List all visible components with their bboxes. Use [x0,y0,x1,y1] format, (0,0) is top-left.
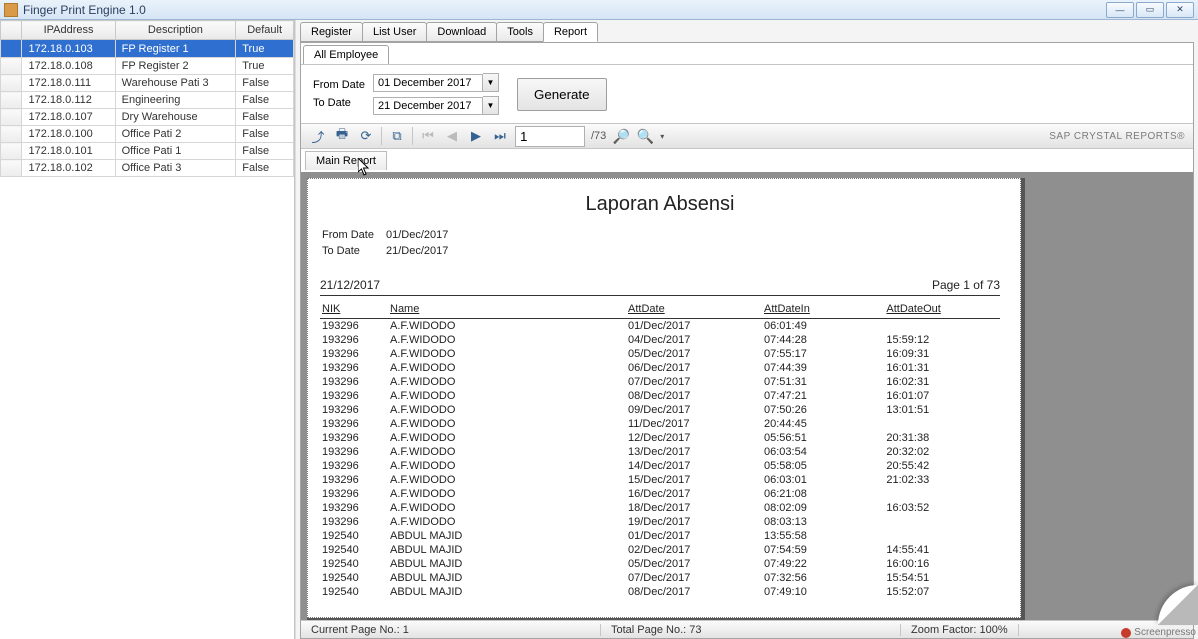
chevron-down-icon[interactable]: ▼ [483,96,499,115]
refresh-icon[interactable]: ⟳ [357,127,375,145]
copy-icon[interactable]: ⧉ [388,127,406,145]
device-grid[interactable]: IPAddress Description Default ▶172.18.0.… [0,20,294,177]
report-row: 193296A.F.WIDODO06/Dec/201707:44:3916:01… [320,361,1000,375]
report-toolbar: ⤴ 🖶 ⟳ ⧉ ⏮ ◀ ▶ ⏭ /73 🔎 🔍 ▾ SAP CRYSTAL RE… [301,123,1193,149]
report-meta: From Date01/Dec/2017 To Date21/Dec/2017 [320,226,460,260]
device-grid-panel: IPAddress Description Default ▶172.18.0.… [0,20,295,639]
tab-download[interactable]: Download [426,22,497,42]
to-date-input[interactable]: 21 December 2017 ▼ [373,96,499,115]
status-zoom: Zoom Factor: 100% [901,624,1019,636]
report-row: 193296A.F.WIDODO05/Dec/201707:55:1716:09… [320,347,1000,361]
report-row: 193296A.F.WIDODO18/Dec/201708:02:0916:03… [320,501,1000,515]
status-current-page: Current Page No.: 1 [301,624,601,636]
tab-tools[interactable]: Tools [496,22,544,42]
report-col-name: Name [388,300,626,319]
app-icon [4,3,18,17]
tab-report[interactable]: Report [543,22,598,42]
first-page-icon[interactable]: ⏮ [419,127,437,145]
report-col-attdate: AttDate [626,300,762,319]
grid-col-ip[interactable]: IPAddress [22,21,115,40]
generate-button[interactable]: Generate [517,78,607,111]
crystal-brand-label: SAP CRYSTAL REPORTS® [1049,131,1185,142]
print-icon[interactable]: 🖶 [333,127,351,145]
grid-col-desc[interactable]: Description [115,21,236,40]
report-page: Laporan Absensi From Date01/Dec/2017 To … [307,178,1021,618]
report-row: 193296A.F.WIDODO19/Dec/201708:03:13 [320,515,1000,529]
right-panel: RegisterList UserDownloadToolsReport All… [295,20,1198,639]
report-row: 193296A.F.WIDODO09/Dec/201707:50:2613:01… [320,403,1000,417]
minimize-button[interactable]: — [1106,2,1134,18]
report-row: 193296A.F.WIDODO15/Dec/201706:03:0121:02… [320,473,1000,487]
export-icon[interactable]: ⤴ [309,127,327,145]
next-page-icon[interactable]: ▶ [467,127,485,145]
report-row: 193296A.F.WIDODO14/Dec/201705:58:0520:55… [320,459,1000,473]
screenshot-watermark: Screenpresso [1121,627,1196,638]
filter-bar: From Date To Date 01 December 2017 ▼ 21 … [301,65,1193,123]
report-row: 193296A.F.WIDODO16/Dec/201706:21:08 [320,487,1000,501]
device-row[interactable]: ▶172.18.0.103FP Register 1True [1,40,294,58]
report-subtabs: Main Report [301,149,1193,172]
search-icon[interactable]: 🔎 [612,127,630,145]
report-row: 193296A.F.WIDODO07/Dec/201707:51:3116:02… [320,375,1000,389]
report-row: 193296A.F.WIDODO12/Dec/201705:56:5120:31… [320,431,1000,445]
report-print-date: 21/12/2017 [320,278,380,292]
prev-page-icon[interactable]: ◀ [443,127,461,145]
close-button[interactable]: ✕ [1166,2,1194,18]
device-row[interactable]: 172.18.0.108FP Register 2True [1,58,294,75]
report-row: 192540ABDUL MAJID02/Dec/201707:54:5914:5… [320,543,1000,557]
main-tabs: RegisterList UserDownloadToolsReport [296,20,1198,42]
report-row: 192540ABDUL MAJID01/Dec/201713:55:58 [320,529,1000,543]
grid-rowheader-col [1,21,22,40]
window-title: Finger Print Engine 1.0 [23,3,1106,17]
page-count-label: /73 [591,130,606,142]
window-controls: — ▭ ✕ [1106,2,1194,18]
from-date-label: From Date [313,79,365,91]
grid-col-default[interactable]: Default [236,21,294,40]
report-row: 193296A.F.WIDODO13/Dec/201706:03:5420:32… [320,445,1000,459]
from-date-value[interactable]: 01 December 2017 [373,74,483,92]
report-row: 192540ABDUL MAJID07/Dec/201707:32:5615:5… [320,571,1000,585]
device-row[interactable]: 172.18.0.102Office Pati 3False [1,160,294,177]
report-row: 192540ABDUL MAJID05/Dec/201707:49:2216:0… [320,557,1000,571]
device-row[interactable]: 172.18.0.107Dry WarehouseFalse [1,109,294,126]
device-row[interactable]: 172.18.0.111Warehouse Pati 3False [1,75,294,92]
sub-tabs: All Employee [301,43,1193,65]
to-date-value[interactable]: 21 December 2017 [373,97,483,115]
zoom-icon[interactable]: 🔍 [636,127,654,145]
report-col-nik: NIK [320,300,388,319]
device-row[interactable]: 172.18.0.100Office Pati 2False [1,126,294,143]
report-row: 193296A.F.WIDODO11/Dec/201720:44:45 [320,417,1000,431]
report-row: 193296A.F.WIDODO01/Dec/201706:01:49 [320,319,1000,334]
tab-register[interactable]: Register [300,22,363,42]
report-row: 193296A.F.WIDODO08/Dec/201707:47:2116:01… [320,389,1000,403]
last-page-icon[interactable]: ⏭ [491,127,509,145]
screenpresso-icon [1121,628,1131,638]
from-date-input[interactable]: 01 December 2017 ▼ [373,73,499,92]
status-total-pages: Total Page No.: 73 [601,624,901,636]
report-canvas[interactable]: Laporan Absensi From Date01/Dec/2017 To … [301,172,1193,620]
report-table: NIKNameAttDateAttDateInAttDateOut 193296… [320,300,1000,599]
page-number-input[interactable] [515,126,585,147]
report-subtab-main[interactable]: Main Report [305,151,387,170]
chevron-down-icon[interactable]: ▼ [483,73,499,92]
to-date-label: To Date [313,97,365,109]
maximize-button[interactable]: ▭ [1136,2,1164,18]
report-page-label: Page 1 of 73 [932,278,1000,292]
device-row[interactable]: 172.18.0.101Office Pati 1False [1,143,294,160]
report-row: 193296A.F.WIDODO04/Dec/201707:44:2815:59… [320,333,1000,347]
report-row: 192540ABDUL MAJID08/Dec/201707:49:1015:5… [320,585,1000,599]
titlebar: Finger Print Engine 1.0 — ▭ ✕ [0,0,1198,20]
tab-list-user[interactable]: List User [362,22,427,42]
report-title: Laporan Absensi [320,193,1000,216]
subtab-all-employee[interactable]: All Employee [303,45,389,64]
report-col-attdateout: AttDateOut [884,300,1000,319]
report-col-attdatein: AttDateIn [762,300,884,319]
tab-content: All Employee From Date To Date 01 Decemb… [300,42,1194,639]
device-row[interactable]: 172.18.0.112EngineeringFalse [1,92,294,109]
status-bar: Current Page No.: 1 Total Page No.: 73 Z… [301,620,1193,638]
